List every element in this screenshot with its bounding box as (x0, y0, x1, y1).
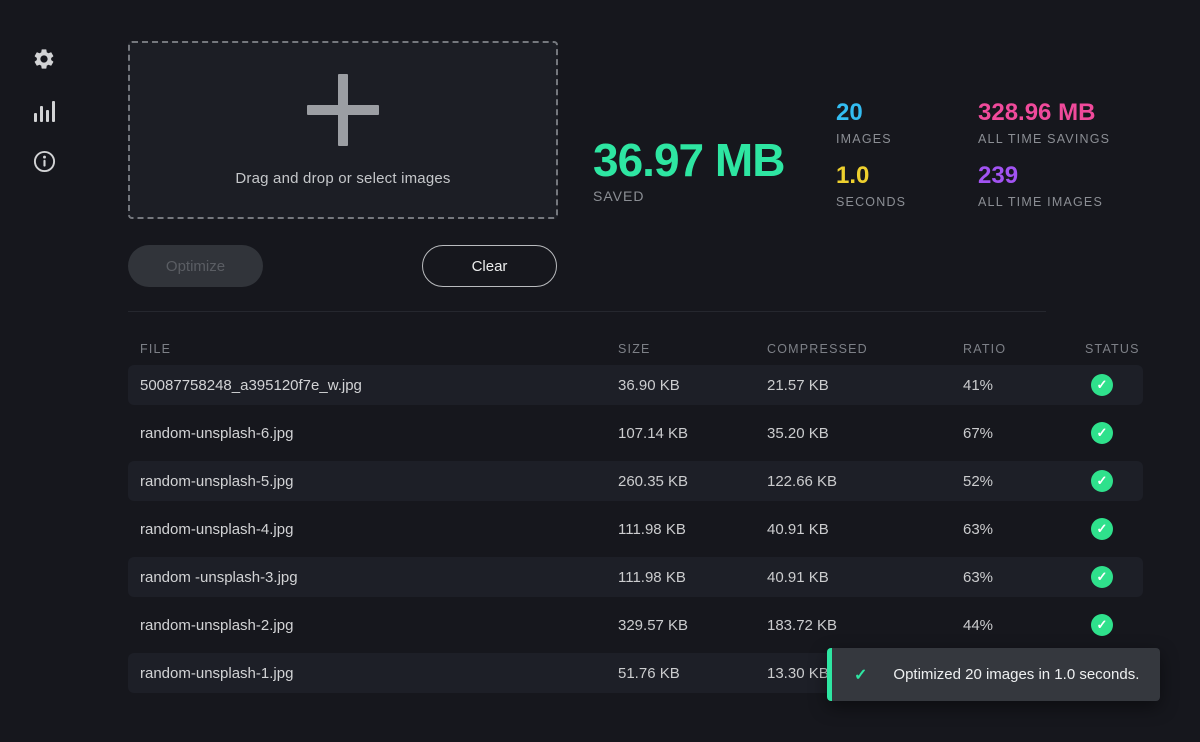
header-file: FILE (140, 342, 618, 356)
dropzone[interactable]: Drag and drop or select images (128, 41, 558, 219)
toast-check-icon: ✓ (854, 665, 867, 685)
check-circle-icon: ✓ (1091, 422, 1113, 444)
seconds-stat: 1.0 SECONDS (836, 162, 906, 209)
bar-chart-icon (34, 100, 55, 122)
check-circle-icon: ✓ (1091, 374, 1113, 396)
gear-icon (32, 47, 56, 76)
file-table-body: 50087758248_a395120f7e_w.jpg 36.90 KB 21… (128, 365, 1143, 693)
seconds-label: SECONDS (836, 195, 906, 209)
images-label: IMAGES (836, 132, 906, 146)
images-value: 20 (836, 99, 906, 127)
cell-file: random-unsplash-6.jpg (140, 425, 618, 442)
cell-size: 111.98 KB (618, 521, 767, 538)
alltime-savings-value: 328.96 MB (978, 99, 1110, 127)
cell-status: ✓ (1085, 614, 1143, 636)
table-header: FILE SIZE COMPRESSED RATIO STATUS (128, 335, 1143, 362)
cell-ratio: 41% (963, 377, 1085, 394)
header-compressed: COMPRESSED (767, 342, 963, 356)
plus-icon (307, 74, 379, 146)
clear-button[interactable]: Clear (422, 245, 557, 287)
check-circle-icon: ✓ (1091, 470, 1113, 492)
cell-compressed: 183.72 KB (767, 617, 963, 634)
alltime-savings-label: ALL TIME SAVINGS (978, 132, 1110, 146)
cell-file: random -unsplash-3.jpg (140, 569, 618, 586)
saved-stat: 36.97 MB SAVED (593, 136, 784, 204)
images-stat: 20 IMAGES (836, 99, 906, 146)
cell-compressed: 122.66 KB (767, 473, 963, 490)
check-circle-icon: ✓ (1091, 518, 1113, 540)
cell-ratio: 44% (963, 617, 1085, 634)
alltime-savings-stat: 328.96 MB ALL TIME SAVINGS (978, 99, 1110, 146)
toast-notification: ✓ Optimized 20 images in 1.0 seconds. (827, 648, 1160, 701)
saved-label: SAVED (593, 188, 784, 204)
cell-status: ✓ (1085, 518, 1143, 540)
cell-file: random-unsplash-2.jpg (140, 617, 618, 634)
cell-size: 111.98 KB (618, 569, 767, 586)
stats-column-session: 20 IMAGES 1.0 SECONDS (836, 99, 906, 209)
table-row: random-unsplash-4.jpg 111.98 KB 40.91 KB… (128, 509, 1143, 549)
cell-file: random-unsplash-1.jpg (140, 665, 618, 682)
table-row: 50087758248_a395120f7e_w.jpg 36.90 KB 21… (128, 365, 1143, 405)
alltime-images-label: ALL TIME IMAGES (978, 195, 1110, 209)
check-circle-icon: ✓ (1091, 614, 1113, 636)
sidebar-item-settings[interactable] (30, 47, 58, 75)
file-table: FILE SIZE COMPRESSED RATIO STATUS 500877… (128, 335, 1143, 701)
cell-status: ✓ (1085, 470, 1143, 492)
cell-size: 51.76 KB (618, 665, 767, 682)
cell-ratio: 67% (963, 425, 1085, 442)
alltime-images-stat: 239 ALL TIME IMAGES (978, 162, 1110, 209)
seconds-value: 1.0 (836, 162, 906, 190)
header-size: SIZE (618, 342, 767, 356)
cell-ratio: 63% (963, 569, 1085, 586)
table-row: random -unsplash-3.jpg 111.98 KB 40.91 K… (128, 557, 1143, 597)
cell-size: 260.35 KB (618, 473, 767, 490)
optimize-button[interactable]: Optimize (128, 245, 263, 287)
sidebar (0, 0, 88, 742)
dropzone-label: Drag and drop or select images (235, 170, 450, 187)
cell-status: ✓ (1085, 566, 1143, 588)
cell-file: random-unsplash-4.jpg (140, 521, 618, 538)
table-row: random-unsplash-2.jpg 329.57 KB 183.72 K… (128, 605, 1143, 645)
table-row: random-unsplash-6.jpg 107.14 KB 35.20 KB… (128, 413, 1143, 453)
cell-compressed: 40.91 KB (767, 521, 963, 538)
header-ratio: RATIO (963, 342, 1085, 356)
sidebar-item-about[interactable] (30, 150, 58, 178)
cell-ratio: 52% (963, 473, 1085, 490)
sidebar-item-stats[interactable] (30, 97, 58, 125)
divider (128, 311, 1046, 312)
cell-compressed: 40.91 KB (767, 569, 963, 586)
cell-status: ✓ (1085, 422, 1143, 444)
saved-value: 36.97 MB (593, 136, 784, 184)
cell-file: 50087758248_a395120f7e_w.jpg (140, 377, 618, 394)
info-icon (33, 150, 56, 178)
header-status: STATUS (1085, 342, 1143, 356)
cell-compressed: 35.20 KB (767, 425, 963, 442)
cell-size: 329.57 KB (618, 617, 767, 634)
table-row: random-unsplash-5.jpg 260.35 KB 122.66 K… (128, 461, 1143, 501)
cell-size: 36.90 KB (618, 377, 767, 394)
cell-compressed: 21.57 KB (767, 377, 963, 394)
cell-size: 107.14 KB (618, 425, 767, 442)
toast-message: Optimized 20 images in 1.0 seconds. (893, 666, 1139, 683)
check-circle-icon: ✓ (1091, 566, 1113, 588)
cell-file: random-unsplash-5.jpg (140, 473, 618, 490)
cell-ratio: 63% (963, 521, 1085, 538)
stats-column-alltime: 328.96 MB ALL TIME SAVINGS 239 ALL TIME … (978, 99, 1110, 209)
alltime-images-value: 239 (978, 162, 1110, 190)
cell-status: ✓ (1085, 374, 1143, 396)
